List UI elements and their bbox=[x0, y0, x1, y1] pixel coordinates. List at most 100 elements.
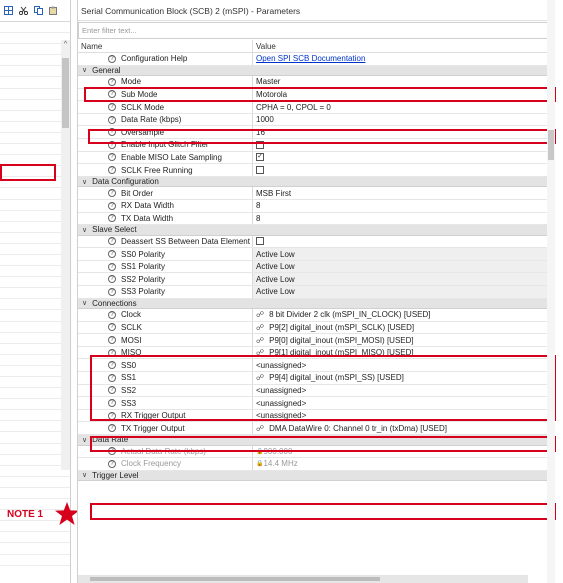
left-tree-row[interactable] bbox=[0, 322, 70, 333]
horizontal-scrollbar[interactable] bbox=[78, 575, 528, 583]
paste-icon[interactable] bbox=[49, 6, 58, 15]
parameter-row[interactable]: ? SS3 Polarity Active Low bbox=[78, 286, 555, 299]
left-tree-row[interactable] bbox=[0, 66, 70, 78]
parameter-row[interactable]: ? SS3 <unassigned> bbox=[78, 397, 555, 410]
category-row[interactable]: ∨ Connections bbox=[78, 298, 555, 310]
name-column-header[interactable]: Name bbox=[78, 40, 253, 52]
category-row[interactable]: ∨ Slave Select bbox=[78, 225, 555, 236]
parameter-value[interactable]: Active Low bbox=[256, 250, 295, 259]
parameter-row[interactable]: ? MISO ☍ P9[1] digital_inout (mSPI_MISO) [U… bbox=[78, 346, 555, 360]
parameter-value[interactable]: Master bbox=[256, 77, 280, 86]
parameter-row[interactable]: ? Deassert SS Between Data Element bbox=[78, 235, 555, 249]
parameter-value[interactable]: 14.4 MHz bbox=[263, 459, 297, 468]
left-tree-row[interactable] bbox=[0, 133, 70, 145]
parameter-value[interactable]: P9[4] digital_inout (mSPI_SS) [USED] bbox=[269, 373, 404, 382]
left-tree-row[interactable] bbox=[0, 344, 70, 355]
value-column-header[interactable]: Value bbox=[253, 40, 276, 52]
left-scrollbar[interactable]: ^ bbox=[61, 40, 70, 470]
documentation-link[interactable]: Open SPI SCB Documentation bbox=[256, 54, 365, 63]
left-tree-row[interactable] bbox=[0, 200, 70, 211]
left-tree-row[interactable] bbox=[0, 111, 70, 122]
parameter-checkbox[interactable]: ✓ bbox=[256, 153, 264, 162]
left-tree-row[interactable] bbox=[0, 144, 70, 156]
parameter-row[interactable]: ? Clock Frequency 🔒 14.4 MHz bbox=[78, 458, 555, 471]
parameter-value[interactable]: Active Low bbox=[256, 262, 295, 271]
left-tree-row[interactable] bbox=[0, 277, 70, 289]
left-tree-row[interactable] bbox=[0, 455, 70, 466]
parameter-value[interactable]: <unassigned> bbox=[256, 386, 306, 395]
chevron-down-icon[interactable]: ∨ bbox=[82, 471, 87, 479]
category-row[interactable]: ∨ Data Rate bbox=[78, 435, 555, 446]
left-tree-row[interactable] bbox=[0, 366, 70, 377]
parameter-value[interactable]: DMA DataWire 0: Channel 0 tr_in (txDma) … bbox=[269, 424, 447, 433]
parameter-row[interactable]: ? SS2 Polarity Active Low bbox=[78, 273, 555, 286]
grid-icon[interactable] bbox=[4, 6, 13, 15]
left-tree-row[interactable] bbox=[0, 355, 70, 366]
parameter-value[interactable]: 8 bit Divider 2 clk (mSPI_IN_CLOCK) [USE… bbox=[269, 310, 430, 319]
left-tree-row[interactable] bbox=[0, 222, 70, 233]
parameter-row[interactable]: ? SCLK ☍ P9[2] digital_inout (mSPI_SCLK) [U… bbox=[78, 321, 555, 335]
left-tree-row[interactable] bbox=[0, 310, 70, 322]
parameter-row[interactable]: ? SS2 <unassigned> bbox=[78, 384, 555, 398]
parameter-value[interactable]: <unassigned> bbox=[256, 411, 306, 420]
parameter-row[interactable]: ? Mode Master bbox=[78, 76, 555, 89]
parameter-value[interactable]: P9[1] digital_inout (mSPI_MISO) [USED] bbox=[269, 348, 414, 357]
chevron-down-icon[interactable]: ∨ bbox=[82, 226, 87, 234]
left-tree-row[interactable] bbox=[0, 255, 70, 267]
parameter-row[interactable]: ? SS0 <unassigned> bbox=[78, 359, 555, 373]
horizontal-scroll-thumb[interactable] bbox=[90, 577, 380, 581]
parameter-checkbox[interactable] bbox=[256, 237, 264, 246]
left-tree-row[interactable] bbox=[0, 333, 70, 344]
parameter-row[interactable]: ? SS0 Polarity Active Low bbox=[78, 248, 555, 261]
left-tree-row[interactable] bbox=[0, 388, 70, 400]
parameter-row[interactable]: ? Data Rate (kbps) 1000 bbox=[78, 113, 555, 127]
parameter-row[interactable]: ? Bit Order MSB First bbox=[78, 187, 555, 200]
parameter-row[interactable]: ? SCLK Mode CPHA = 0, CPOL = 0 bbox=[78, 101, 555, 114]
copy-icon[interactable] bbox=[34, 6, 43, 15]
left-tree-row[interactable] bbox=[0, 100, 70, 111]
parameter-value[interactable]: 1000 bbox=[256, 115, 274, 124]
left-tree-row[interactable] bbox=[0, 377, 70, 389]
parameter-value[interactable]: 16 bbox=[256, 128, 265, 137]
left-scroll-thumb[interactable] bbox=[62, 58, 69, 128]
parameter-row[interactable]: ? Enable MISO Late Sampling ✓ bbox=[78, 151, 555, 165]
category-row[interactable]: ∨ Trigger Level bbox=[78, 470, 555, 482]
parameter-row[interactable]: ? SCLK Free Running bbox=[78, 164, 555, 177]
parameter-checkbox[interactable] bbox=[256, 166, 264, 175]
parameter-row[interactable]: ? MOSI ☍ P9[0] digital_inout (mSPI_MOSI) [U… bbox=[78, 334, 555, 347]
left-tree-row[interactable] bbox=[0, 22, 70, 34]
chevron-down-icon[interactable]: ∨ bbox=[82, 299, 87, 307]
parameter-row[interactable]: ? RX Data Width 8 bbox=[78, 199, 555, 213]
parameter-row[interactable]: ? Actual Data Rate (kbps) 🔒 900.000 bbox=[78, 445, 555, 459]
config-help-row[interactable]: ? Configuration Help Open SPI SCB Documen… bbox=[78, 53, 555, 66]
left-tree-row[interactable] bbox=[0, 488, 70, 500]
parameter-value[interactable]: Active Low bbox=[256, 287, 295, 296]
parameter-row[interactable]: ? Enable Input Glitch Filter bbox=[78, 139, 555, 152]
chevron-down-icon[interactable]: ∨ bbox=[82, 436, 87, 444]
parameter-row[interactable]: ? RX Trigger Output <unassigned> bbox=[78, 409, 555, 423]
parameter-row[interactable]: ? Clock ☍ 8 bit Divider 2 clk (mSPI_IN_CLOC… bbox=[78, 309, 555, 322]
parameter-value[interactable]: 900.000 bbox=[263, 447, 292, 456]
left-tree-row[interactable] bbox=[0, 399, 70, 411]
left-tree-row[interactable] bbox=[0, 55, 70, 67]
parameter-value[interactable]: CPHA = 0, CPOL = 0 bbox=[256, 103, 331, 112]
parameter-value[interactable]: P9[0] digital_inout (mSPI_MOSI) [USED] bbox=[269, 336, 414, 345]
left-tree-row[interactable] bbox=[0, 33, 70, 45]
parameter-row[interactable]: ? TX Data Width 8 bbox=[78, 212, 555, 226]
left-tree-row[interactable] bbox=[0, 188, 70, 200]
left-tree-row[interactable] bbox=[0, 244, 70, 255]
parameter-row[interactable]: ? Sub Mode Motorola bbox=[78, 88, 555, 102]
parameter-value[interactable]: 8 bbox=[256, 214, 260, 223]
left-tree-row[interactable] bbox=[0, 266, 70, 278]
parameter-value[interactable]: Active Low bbox=[256, 275, 295, 284]
main-scrollbar[interactable] bbox=[547, 0, 555, 583]
chevron-down-icon[interactable]: ∨ bbox=[82, 178, 87, 186]
left-tree-row[interactable] bbox=[0, 444, 70, 455]
left-tree-row[interactable] bbox=[0, 410, 70, 422]
left-tree-row[interactable] bbox=[0, 466, 70, 477]
left-tree-row[interactable] bbox=[0, 543, 70, 555]
parameter-value[interactable]: MSB First bbox=[256, 189, 291, 198]
parameter-row[interactable]: ? TX Trigger Output ☍ DMA DataWire 0: Chann… bbox=[78, 422, 555, 436]
main-scroll-thumb[interactable] bbox=[548, 130, 554, 160]
left-tree-row[interactable] bbox=[0, 421, 70, 433]
